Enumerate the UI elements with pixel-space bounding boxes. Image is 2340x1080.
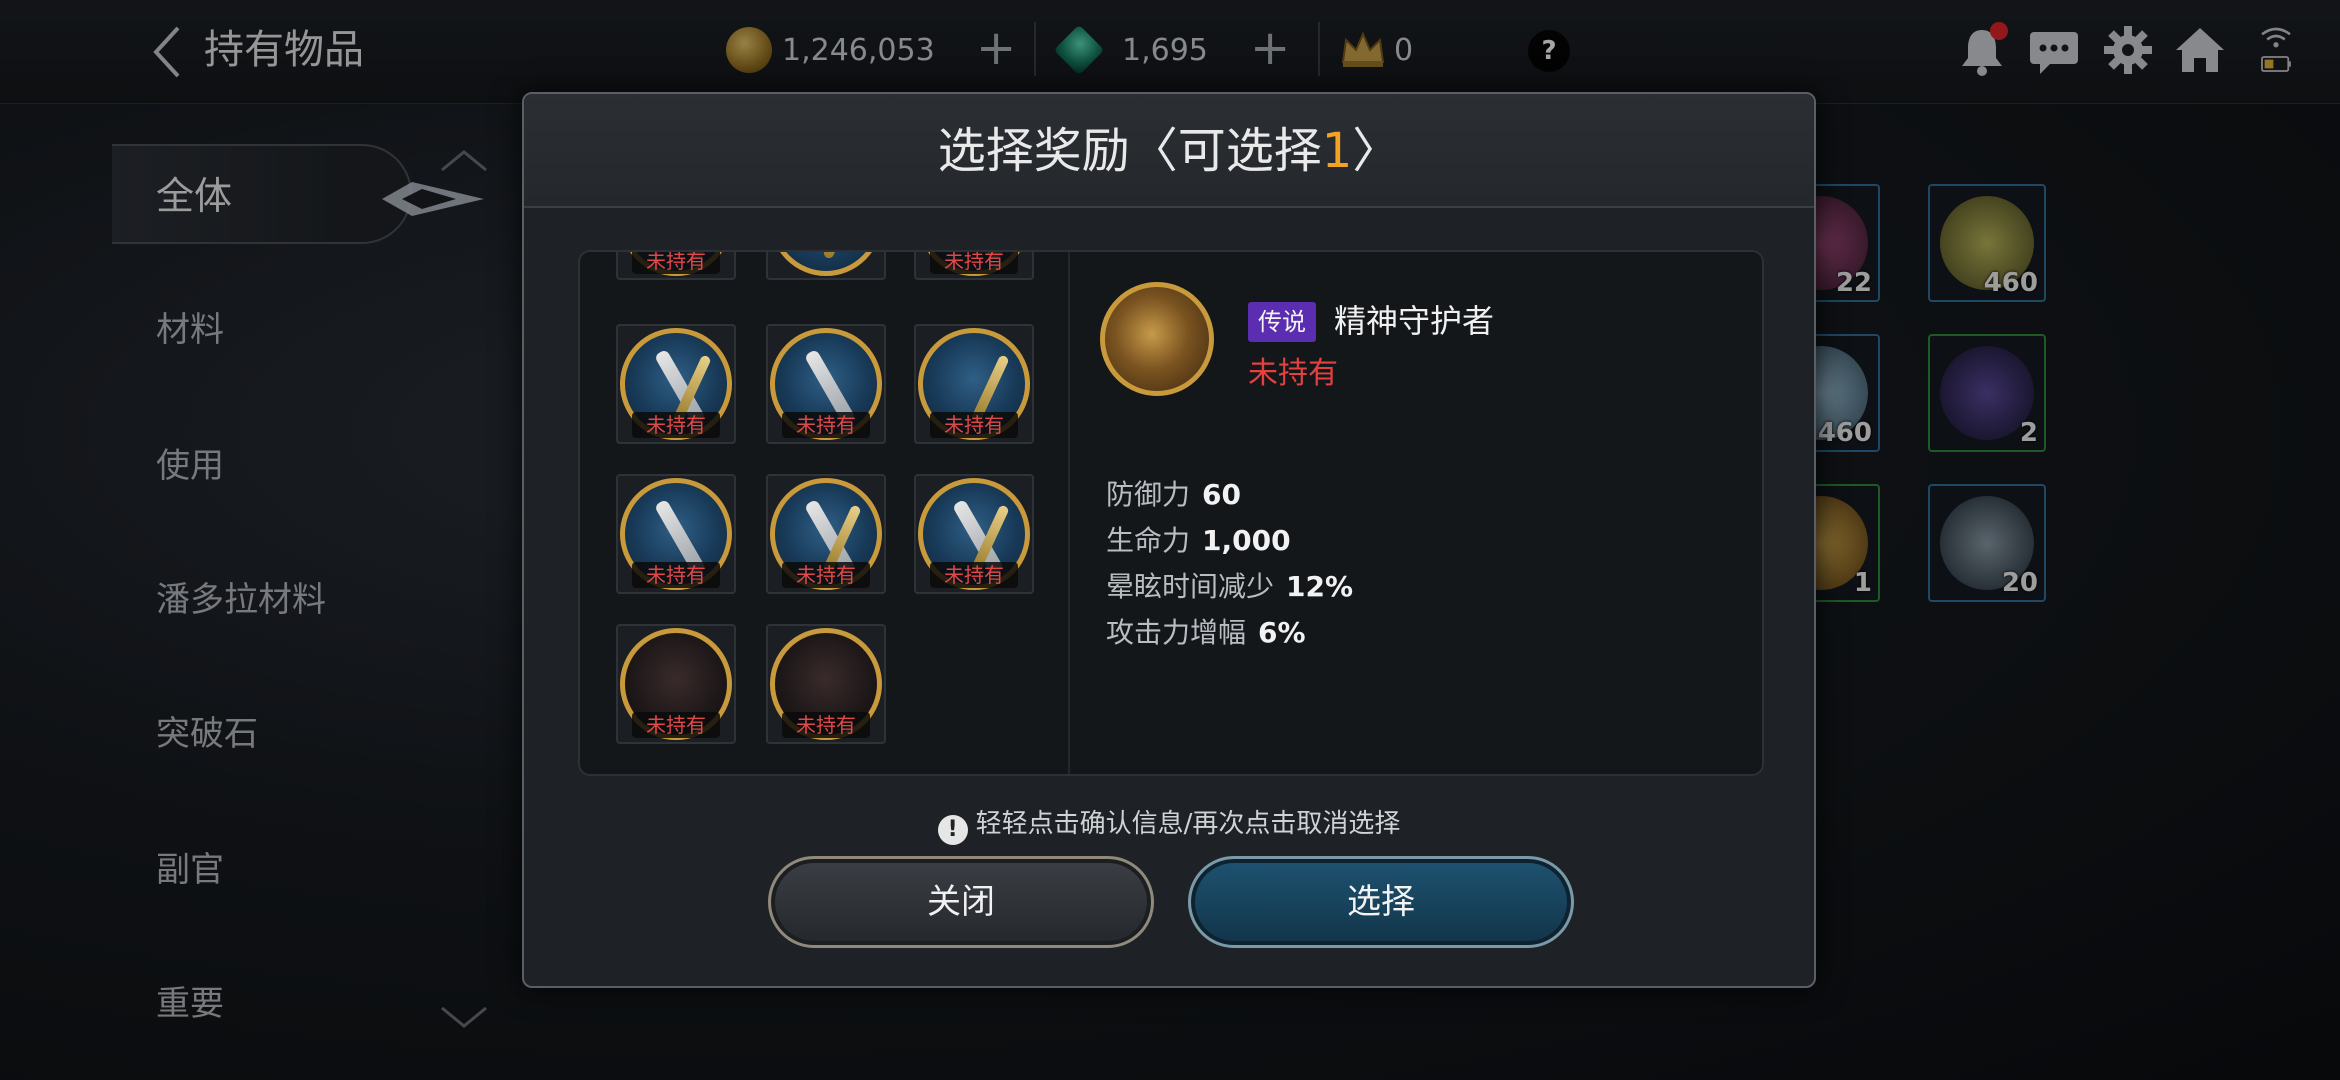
reward-item[interactable]: 未持有 xyxy=(616,252,736,280)
reward-item[interactable] xyxy=(766,252,886,280)
item-name: 精神守护者 xyxy=(1334,302,1495,340)
dialog-title: 选择奖励〈可选择1〉 xyxy=(524,94,1814,208)
rarity-badge: 传说 xyxy=(1248,302,1316,342)
weapon-icon xyxy=(770,252,882,276)
reward-item[interactable]: 未持有 xyxy=(616,474,736,594)
stat-row: 攻击力增幅 6% xyxy=(1106,616,1306,649)
stat-list: 防御力 60 生命力 1,000 晕眩时间减少 12% 攻击力增幅 6% xyxy=(1106,472,1353,656)
ownership-status: 未持有 xyxy=(1248,356,1338,391)
selectable-count: 1 xyxy=(1321,123,1353,179)
stat-row: 防御力 60 xyxy=(1106,478,1241,511)
reward-panel: 未持有 未持有 未持有 未持有 未持有 未持有 未持有 未持有 未持有 未持有 … xyxy=(578,250,1764,776)
reward-item[interactable]: 未持有 xyxy=(616,624,736,744)
info-icon: ! xyxy=(937,815,968,845)
ring-icon xyxy=(1100,282,1214,396)
reward-item[interactable]: 未持有 xyxy=(616,324,736,444)
close-button[interactable]: 关闭 xyxy=(768,856,1154,948)
reward-item[interactable]: 未持有 xyxy=(914,474,1034,594)
reward-item[interactable]: 未持有 xyxy=(914,252,1034,280)
hint-text: ! 轻轻点击确认信息/再次点击取消选择 xyxy=(524,804,1814,845)
reward-grid[interactable]: 未持有 未持有 未持有 未持有 未持有 未持有 未持有 未持有 未持有 未持有 xyxy=(580,252,1070,774)
reward-item[interactable]: 未持有 xyxy=(914,324,1034,444)
reward-item[interactable]: 未持有 xyxy=(766,474,886,594)
reward-item[interactable]: 未持有 xyxy=(766,324,886,444)
stat-row: 晕眩时间减少 12% xyxy=(1106,570,1354,603)
select-button[interactable]: 选择 xyxy=(1188,856,1574,948)
stat-row: 生命力 1,000 xyxy=(1106,524,1291,557)
reward-detail: 传说 精神守护者 未持有 防御力 60 生命力 1,000 晕眩时间减少 12% 攻击… xyxy=(1070,252,1762,774)
reward-item[interactable]: 未持有 xyxy=(766,624,886,744)
reward-select-dialog: 选择奖励〈可选择1〉 未持有 未持有 未持有 未持有 未持有 未持有 未持有 未… xyxy=(522,92,1816,988)
